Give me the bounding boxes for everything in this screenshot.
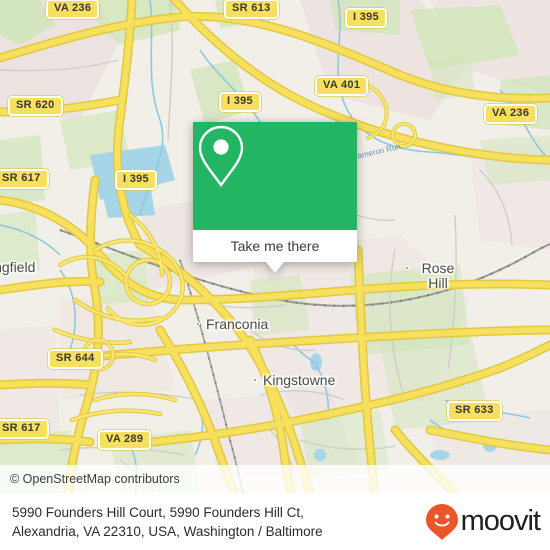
callout-button-label: Take me there bbox=[230, 238, 320, 254]
road-shield: I 395 bbox=[115, 170, 157, 190]
callout-tail bbox=[266, 262, 284, 273]
road-shield: VA 401 bbox=[315, 76, 369, 96]
moovit-smiley-pin-icon bbox=[425, 503, 458, 540]
map-canvas[interactable]: VA 236 SR 613 I 395 SR 620 I 395 VA 401 VA 236… bbox=[0, 0, 550, 493]
road-shield: VA 289 bbox=[98, 430, 152, 450]
place-label: Rose Hill bbox=[421, 260, 455, 291]
map-attribution-bar: © OpenStreetMap contributors bbox=[0, 465, 550, 493]
place-label: Franconia bbox=[206, 316, 269, 332]
road-shield: SR 617 bbox=[0, 419, 49, 439]
place-marker-dot bbox=[405, 266, 409, 270]
callout-pin-area bbox=[193, 122, 357, 230]
take-me-there-button[interactable]: Take me there bbox=[193, 230, 357, 262]
attribution-text[interactable]: © OpenStreetMap contributors bbox=[10, 472, 180, 486]
road-shield: SR 613 bbox=[224, 0, 279, 19]
place-marker-dot bbox=[253, 378, 257, 382]
moovit-brand[interactable]: moovit bbox=[425, 503, 541, 541]
address-line-2: Alexandria, VA 22310, USA, Washington / … bbox=[12, 523, 323, 539]
road-shield: I 395 bbox=[345, 8, 387, 28]
address-text: 5990 Founders Hill Court, 5990 Founders … bbox=[12, 503, 323, 541]
place-marker-dot bbox=[196, 322, 200, 326]
road-shield: SR 644 bbox=[48, 349, 103, 369]
road-shield: SR 620 bbox=[8, 96, 63, 116]
map-pin-icon bbox=[198, 125, 244, 188]
road-shield: VA 236 bbox=[46, 0, 100, 19]
place-label: Kingstowne bbox=[263, 372, 336, 388]
moovit-map-screenshot: VA 236 SR 613 I 395 SR 620 I 395 VA 401 VA 236… bbox=[0, 0, 550, 550]
road-shield: SR 633 bbox=[447, 401, 502, 421]
address-line-1: 5990 Founders Hill Court, 5990 Founders … bbox=[12, 504, 304, 520]
road-shield: VA 236 bbox=[484, 104, 538, 124]
moovit-wordmark: moovit bbox=[460, 505, 541, 537]
location-callout-card[interactable]: Take me there bbox=[193, 122, 357, 273]
road-shield: I 395 bbox=[219, 92, 261, 112]
road-shield: SR 617 bbox=[0, 169, 49, 189]
footer-bar: 5990 Founders Hill Court, 5990 Founders … bbox=[0, 493, 550, 550]
place-label: ingfield bbox=[0, 259, 36, 275]
